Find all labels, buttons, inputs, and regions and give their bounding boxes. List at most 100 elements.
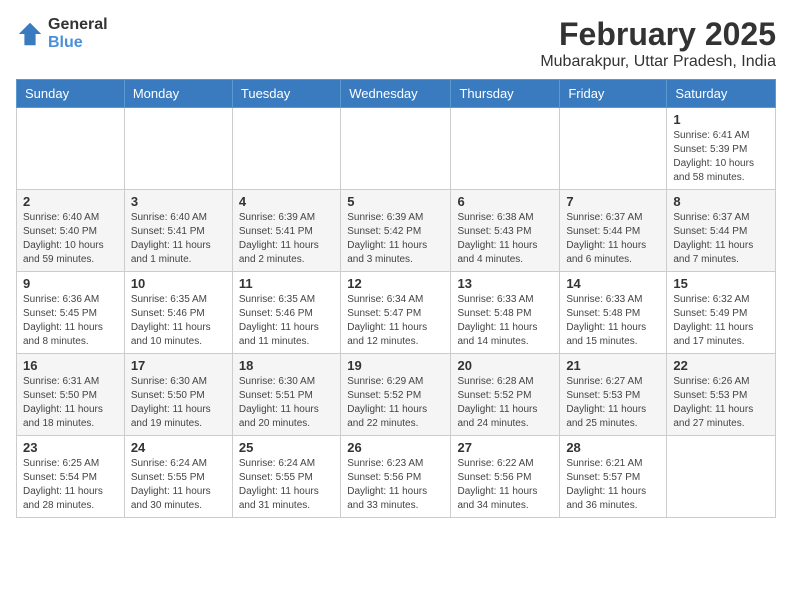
day-info: Sunrise: 6:28 AM Sunset: 5:52 PM Dayligh… (457, 375, 553, 431)
day-number: 25 (239, 440, 334, 455)
calendar-cell: 27 Sunrise: 6:22 AM Sunset: 5:56 PM Dayli… (451, 436, 560, 518)
day-info: Sunrise: 6:38 AM Sunset: 5:43 PM Dayligh… (457, 211, 553, 267)
day-info: Sunrise: 6:32 AM Sunset: 5:49 PM Dayligh… (673, 293, 769, 349)
day-info: Sunrise: 6:26 AM Sunset: 5:53 PM Dayligh… (673, 375, 769, 431)
day-number: 18 (239, 358, 334, 373)
calendar-cell (124, 108, 232, 190)
day-info: Sunrise: 6:21 AM Sunset: 5:57 PM Dayligh… (566, 457, 660, 513)
day-info: Sunrise: 6:30 AM Sunset: 5:50 PM Dayligh… (131, 375, 226, 431)
day-number: 5 (347, 194, 444, 209)
title-area: February 2025 Mubarakpur, Uttar Pradesh,… (540, 16, 776, 71)
calendar-cell: 26Sunrise: 6:23 AM Sunset: 5:56 PM Dayli… (341, 436, 451, 518)
day-number: 16 (23, 358, 118, 373)
calendar-cell: 13 Sunrise: 6:33 AM Sunset: 5:48 PM Dayli… (451, 272, 560, 354)
subtitle: Mubarakpur, Uttar Pradesh, India (540, 53, 776, 71)
calendar-week-row: 16 Sunrise: 6:31 AM Sunset: 5:50 PM Dayli… (17, 354, 776, 436)
main-title: February 2025 (540, 16, 776, 53)
day-info: Sunrise: 6:30 AM Sunset: 5:51 PM Dayligh… (239, 375, 334, 431)
day-number: 22 (673, 358, 769, 373)
calendar-cell: 20 Sunrise: 6:28 AM Sunset: 5:52 PM Dayli… (451, 354, 560, 436)
day-number: 24 (131, 440, 226, 455)
day-info: Sunrise: 6:37 AM Sunset: 5:44 PM Dayligh… (566, 211, 660, 267)
day-number: 14 (566, 276, 660, 291)
calendar-cell (341, 108, 451, 190)
day-info: Sunrise: 6:33 AM Sunset: 5:48 PM Dayligh… (566, 293, 660, 349)
calendar-cell: 18 Sunrise: 6:30 AM Sunset: 5:51 PM Dayli… (232, 354, 340, 436)
logo-icon (16, 20, 44, 48)
calendar-cell (232, 108, 340, 190)
weekday-header-saturday: Saturday (667, 80, 776, 108)
calendar-cell: 1Sunrise: 6:41 AM Sunset: 5:39 PM Daylig… (667, 108, 776, 190)
calendar-cell: 15 Sunrise: 6:32 AM Sunset: 5:49 PM Dayli… (667, 272, 776, 354)
day-number: 11 (239, 276, 334, 291)
calendar-cell: 14 Sunrise: 6:33 AM Sunset: 5:48 PM Dayli… (560, 272, 667, 354)
calendar-cell: 16 Sunrise: 6:31 AM Sunset: 5:50 PM Dayli… (17, 354, 125, 436)
calendar-cell: 7 Sunrise: 6:37 AM Sunset: 5:44 PM Daylig… (560, 190, 667, 272)
calendar-cell (451, 108, 560, 190)
day-number: 19 (347, 358, 444, 373)
calendar-cell: 19 Sunrise: 6:29 AM Sunset: 5:52 PM Dayli… (341, 354, 451, 436)
day-info: Sunrise: 6:39 AM Sunset: 5:42 PM Dayligh… (347, 211, 444, 267)
calendar-cell: 4Sunrise: 6:39 AM Sunset: 5:41 PM Daylig… (232, 190, 340, 272)
weekday-header-sunday: Sunday (17, 80, 125, 108)
weekday-header-friday: Friday (560, 80, 667, 108)
day-number: 17 (131, 358, 226, 373)
day-info: Sunrise: 6:31 AM Sunset: 5:50 PM Dayligh… (23, 375, 118, 431)
day-info: Sunrise: 6:35 AM Sunset: 5:46 PM Dayligh… (239, 293, 334, 349)
day-info: Sunrise: 6:33 AM Sunset: 5:48 PM Dayligh… (457, 293, 553, 349)
day-info: Sunrise: 6:27 AM Sunset: 5:53 PM Dayligh… (566, 375, 660, 431)
day-info: Sunrise: 6:24 AM Sunset: 5:55 PM Dayligh… (131, 457, 226, 513)
day-number: 2 (23, 194, 118, 209)
day-info: Sunrise: 6:37 AM Sunset: 5:44 PM Dayligh… (673, 211, 769, 267)
day-info: Sunrise: 6:40 AM Sunset: 5:41 PM Dayligh… (131, 211, 226, 267)
weekday-header-thursday: Thursday (451, 80, 560, 108)
logo-text-general: General (48, 16, 108, 33)
day-info: Sunrise: 6:41 AM Sunset: 5:39 PM Dayligh… (673, 129, 769, 185)
day-number: 10 (131, 276, 226, 291)
day-number: 4 (239, 194, 334, 209)
calendar-cell: 9 Sunrise: 6:36 AM Sunset: 5:45 PM Daylig… (17, 272, 125, 354)
day-info: Sunrise: 6:40 AM Sunset: 5:40 PM Dayligh… (23, 211, 118, 267)
day-number: 27 (457, 440, 553, 455)
calendar: SundayMondayTuesdayWednesdayThursdayFrid… (16, 79, 776, 518)
weekday-header-row: SundayMondayTuesdayWednesdayThursdayFrid… (17, 80, 776, 108)
day-number: 12 (347, 276, 444, 291)
calendar-cell: 22 Sunrise: 6:26 AM Sunset: 5:53 PM Dayli… (667, 354, 776, 436)
calendar-week-row: 23 Sunrise: 6:25 AM Sunset: 5:54 PM Dayli… (17, 436, 776, 518)
calendar-cell: 21Sunrise: 6:27 AM Sunset: 5:53 PM Dayli… (560, 354, 667, 436)
calendar-cell: 24 Sunrise: 6:24 AM Sunset: 5:55 PM Dayli… (124, 436, 232, 518)
day-number: 7 (566, 194, 660, 209)
day-number: 15 (673, 276, 769, 291)
day-number: 26 (347, 440, 444, 455)
calendar-cell: 28 Sunrise: 6:21 AM Sunset: 5:57 PM Dayli… (560, 436, 667, 518)
page-header: General Blue February 2025 Mubarakpur, U… (16, 16, 776, 71)
day-info: Sunrise: 6:34 AM Sunset: 5:47 PM Dayligh… (347, 293, 444, 349)
calendar-cell: 2 Sunrise: 6:40 AM Sunset: 5:40 PM Daylig… (17, 190, 125, 272)
day-number: 20 (457, 358, 553, 373)
day-number: 23 (23, 440, 118, 455)
calendar-week-row: 2 Sunrise: 6:40 AM Sunset: 5:40 PM Daylig… (17, 190, 776, 272)
calendar-cell: 12 Sunrise: 6:34 AM Sunset: 5:47 PM Dayli… (341, 272, 451, 354)
calendar-cell: 10 Sunrise: 6:35 AM Sunset: 5:46 PM Dayli… (124, 272, 232, 354)
day-info: Sunrise: 6:29 AM Sunset: 5:52 PM Dayligh… (347, 375, 444, 431)
day-number: 28 (566, 440, 660, 455)
weekday-header-wednesday: Wednesday (341, 80, 451, 108)
day-number: 13 (457, 276, 553, 291)
day-number: 3 (131, 194, 226, 209)
day-number: 8 (673, 194, 769, 209)
calendar-cell: 5 Sunrise: 6:39 AM Sunset: 5:42 PM Daylig… (341, 190, 451, 272)
day-info: Sunrise: 6:22 AM Sunset: 5:56 PM Dayligh… (457, 457, 553, 513)
day-info: Sunrise: 6:35 AM Sunset: 5:46 PM Dayligh… (131, 293, 226, 349)
day-info: Sunrise: 6:36 AM Sunset: 5:45 PM Dayligh… (23, 293, 118, 349)
day-number: 6 (457, 194, 553, 209)
calendar-cell (17, 108, 125, 190)
day-number: 9 (23, 276, 118, 291)
calendar-cell: 3 Sunrise: 6:40 AM Sunset: 5:41 PM Daylig… (124, 190, 232, 272)
day-info: Sunrise: 6:25 AM Sunset: 5:54 PM Dayligh… (23, 457, 118, 513)
logo: General Blue (16, 16, 108, 52)
weekday-header-tuesday: Tuesday (232, 80, 340, 108)
calendar-cell (667, 436, 776, 518)
logo-text-blue: Blue (48, 34, 83, 51)
day-info: Sunrise: 6:24 AM Sunset: 5:55 PM Dayligh… (239, 457, 334, 513)
calendar-cell: 23 Sunrise: 6:25 AM Sunset: 5:54 PM Dayli… (17, 436, 125, 518)
